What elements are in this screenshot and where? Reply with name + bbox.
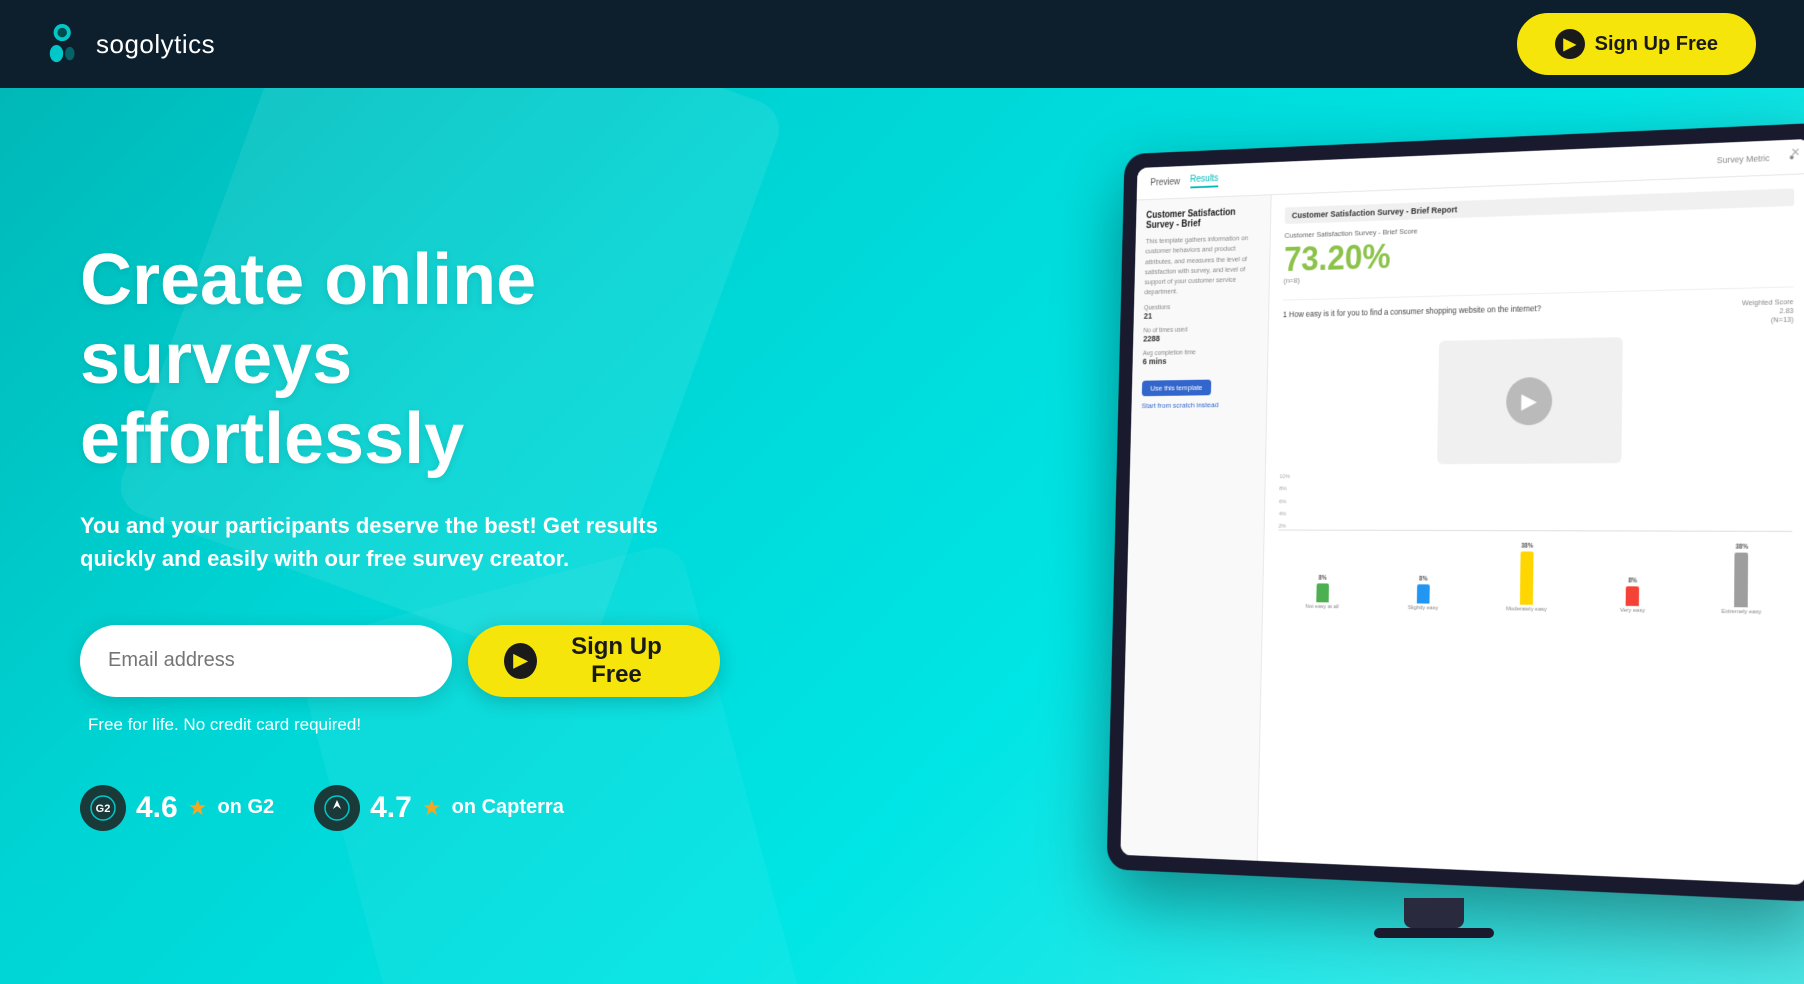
monitor-bar-extremely: 38% Extremely easy — [1691, 543, 1792, 615]
monitor-frame: Preview Results Survey Metric ● ✕ Custom… — [1107, 123, 1804, 903]
monitor-body: Customer Satisfaction Survey - Brief Thi… — [1120, 174, 1804, 885]
monitor-question-text: 1 How easy is it for you to find a consu… — [1283, 303, 1541, 319]
email-form-row: ▶ Sign Up Free — [80, 625, 720, 697]
hero-title-line2: effortlessly — [80, 399, 464, 479]
g2-rating: G2 4.6 ★ on G2 — [80, 785, 274, 831]
free-text: Free for life. No credit card required! — [80, 715, 720, 735]
g2-score: 4.6 — [136, 791, 178, 825]
monitor-bar-pct-0: 8% — [1318, 575, 1326, 582]
monitor-question-row: 1 How easy is it for you to find a consu… — [1282, 297, 1793, 335]
monitor-bar-very: 8% Very easy — [1584, 577, 1682, 614]
capterra-platform: on Capterra — [452, 796, 564, 819]
monitor-bar-2 — [1520, 551, 1534, 604]
monitor-play-button[interactable]: ▶ — [1506, 377, 1553, 426]
monitor-weighted-n: (N=13) — [1742, 315, 1794, 325]
monitor-video-placeholder[interactable]: ▶ — [1437, 337, 1623, 464]
capterra-badge — [314, 785, 360, 831]
monitor-bar-not-easy: 8% Not easy at all — [1277, 575, 1368, 611]
g2-platform: on G2 — [217, 796, 274, 819]
capterra-rating: 4.7 ★ on Capterra — [314, 785, 564, 831]
monitor-bar-label-2: Moderately easy — [1506, 606, 1547, 612]
monitor-chart: 10% 8% 6% 4% 2% 8% — [1277, 472, 1793, 616]
monitor-survey-metric-label: Survey Metric — [1717, 153, 1770, 165]
hero-title-line1: Create online surveys — [80, 240, 536, 399]
monitor-chart-bars: 8% Not easy at all 8% Slightly easy — [1277, 534, 1792, 616]
logo-text: sogolytics — [96, 29, 215, 60]
monitor-stand — [1404, 898, 1464, 928]
nav-signup-arrow-icon: ▶ — [1555, 29, 1585, 59]
monitor-preview-tab[interactable]: Preview — [1150, 177, 1180, 188]
monitor-bar-4 — [1734, 553, 1748, 608]
monitor-screen: Preview Results Survey Metric ● ✕ Custom… — [1120, 139, 1804, 885]
svg-text:G2: G2 — [96, 803, 111, 815]
monitor-bar-3 — [1626, 586, 1639, 606]
nav-signup-label: Sign Up Free — [1595, 33, 1718, 56]
monitor-weighted-area: Weighted Score 2.83 (N=13) — [1742, 297, 1794, 325]
hero-subtitle: You and your participants deserve the be… — [80, 509, 700, 575]
logo-icon — [48, 23, 84, 65]
monitor-stat-questions: Questions 21 — [1144, 302, 1259, 320]
monitor-base — [1374, 928, 1494, 938]
email-input[interactable] — [80, 625, 452, 697]
monitor-bar-moderately: 38% Moderately easy — [1479, 543, 1575, 614]
monitor-use-template-button[interactable]: Use this template — [1142, 379, 1211, 396]
g2-star-icon: ★ — [188, 795, 208, 821]
monitor-stat-completion: Avg completion time 6 mins — [1143, 348, 1258, 366]
g2-badge: G2 — [80, 785, 126, 831]
monitor-sidebar-title: Customer Satisfaction Survey - Brief — [1146, 207, 1260, 231]
monitor-bar-1 — [1417, 584, 1430, 603]
capterra-star-icon: ★ — [422, 795, 442, 821]
monitor-completion-value: 6 mins — [1143, 354, 1258, 365]
monitor-results-tab[interactable]: Results — [1190, 174, 1218, 189]
hero-title: Create online surveys effortlessly — [80, 241, 720, 479]
monitor-main-report: Customer Satisfaction Survey - Brief Rep… — [1258, 174, 1804, 885]
monitor-chart-area: 10% 8% 6% 4% 2% — [1278, 472, 1792, 532]
monitor-sidebar: Customer Satisfaction Survey - Brief Thi… — [1120, 195, 1271, 861]
monitor-bar-pct-4: 38% — [1735, 544, 1748, 551]
monitor-bar-pct-1: 8% — [1419, 576, 1428, 583]
monitor-bar-pct-3: 8% — [1628, 577, 1637, 584]
monitor-use-template-label: Use this template — [1150, 383, 1202, 392]
hero-signup-label: Sign Up Free — [549, 633, 684, 689]
monitor-scratch-link[interactable]: Start from scratch instead — [1141, 400, 1256, 410]
capterra-score: 4.7 — [370, 791, 412, 825]
capterra-icon — [324, 795, 350, 821]
g2-icon: G2 — [90, 795, 116, 821]
monitor-y-axis: 10% 8% 6% 4% 2% — [1278, 472, 1792, 531]
logo: sogolytics — [48, 23, 215, 65]
monitor-bar-label-0: Not easy at all — [1305, 604, 1339, 610]
monitor-bar-label-1: Slightly easy — [1408, 605, 1438, 611]
monitor-sidebar-description: This template gathers information on cus… — [1144, 232, 1259, 297]
monitor-bar-0 — [1316, 583, 1329, 602]
monitor-bar-slightly: 8% Slightly easy — [1377, 575, 1471, 611]
monitor-area: Preview Results Survey Metric ● ✕ Custom… — [1044, 118, 1804, 958]
monitor-close-icon[interactable]: ✕ — [1790, 145, 1800, 159]
navbar: sogolytics ▶ Sign Up Free — [0, 0, 1804, 88]
hero-section: Create online surveys effortlessly You a… — [0, 88, 1804, 984]
monitor-bar-pct-2: 38% — [1521, 543, 1533, 550]
monitor-inner: Preview Results Survey Metric ● ✕ Custom… — [1120, 139, 1804, 885]
ratings-row: G2 4.6 ★ on G2 4.7 ★ on Capterra — [80, 785, 720, 831]
monitor-stat-responses: No of times used 2288 — [1143, 325, 1258, 343]
monitor-bar-label-3: Very easy — [1620, 608, 1645, 614]
hero-signup-button[interactable]: ▶ Sign Up Free — [468, 625, 720, 697]
nav-signup-button[interactable]: ▶ Sign Up Free — [1517, 13, 1756, 75]
hero-content: Create online surveys effortlessly You a… — [0, 241, 720, 831]
hero-signup-arrow-icon: ▶ — [504, 643, 537, 679]
monitor-bar-label-4: Extremely easy — [1721, 609, 1761, 615]
